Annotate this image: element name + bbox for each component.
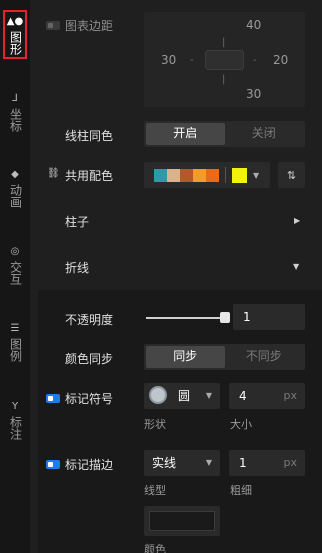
circle-shape-icon bbox=[149, 386, 167, 404]
sidebar-item-axis[interactable]: ⅃ 坐标 bbox=[3, 92, 27, 132]
interaction-icon: ◎ bbox=[10, 246, 20, 257]
palette-select[interactable]: ▼ bbox=[144, 162, 270, 188]
stroke-type-caption: 线型 bbox=[144, 484, 166, 497]
sidebar-item-interaction[interactable]: ◎ 交互 bbox=[3, 245, 27, 285]
marker-size-value: 4 bbox=[239, 389, 247, 403]
margin-left-dash: - bbox=[190, 55, 194, 66]
color-sync-toggle: 同步 不同步 bbox=[144, 344, 305, 370]
margin-bottom-dash: | bbox=[222, 74, 226, 85]
sidebar-item-label: 动画 bbox=[8, 184, 23, 208]
marker-stroke-checkbox[interactable] bbox=[46, 460, 60, 469]
chevron-down-icon[interactable]: ▼ bbox=[293, 262, 299, 271]
opacity-value: 1 bbox=[243, 310, 251, 324]
stroke-width-value: 1 bbox=[239, 456, 247, 470]
stroke-width-input[interactable]: 1 px bbox=[229, 450, 305, 476]
stroke-width-caption: 粗细 bbox=[230, 484, 252, 497]
bar-section-header[interactable]: 柱子 bbox=[65, 213, 89, 230]
legend-icon: ☰ bbox=[10, 323, 20, 334]
line-section-header[interactable]: 折线 bbox=[65, 259, 89, 276]
margin-top-dash: | bbox=[222, 37, 226, 48]
animation-icon: ◆ bbox=[11, 169, 19, 180]
sidebar-item-label: 标注 bbox=[8, 416, 23, 440]
stroke-type-select[interactable]: 实线 ▼ bbox=[144, 450, 220, 476]
chevron-down-icon: ▼ bbox=[253, 170, 260, 180]
palette-swatch bbox=[167, 168, 180, 182]
marker-symbol-label: 标记符号 bbox=[65, 392, 114, 406]
margin-left-value[interactable]: 30 bbox=[161, 53, 176, 67]
sidebar-item-annotation[interactable]: Y 标注 bbox=[3, 400, 27, 440]
chart-margin-checkbox[interactable] bbox=[46, 21, 60, 30]
side-nav: ▲● 图形 ⅃ 坐标 ◆ 动画 ◎ 交互 ☰ 图例 Y 标注 bbox=[0, 0, 30, 553]
chart-margin-label: 图表边距 bbox=[65, 19, 114, 33]
opacity-slider-handle[interactable] bbox=[220, 312, 230, 323]
link-icon: ⛓ bbox=[47, 168, 60, 179]
chevron-right-icon[interactable]: ▶ bbox=[294, 216, 300, 225]
stroke-color-picker[interactable] bbox=[144, 506, 220, 536]
margin-bottom-value[interactable]: 30 bbox=[246, 87, 261, 101]
marker-shape-caption: 形状 bbox=[144, 418, 166, 431]
stroke-color-swatch bbox=[149, 511, 215, 531]
opacity-label: 不透明度 bbox=[65, 313, 114, 327]
shapes-icon: ▲● bbox=[6, 16, 24, 27]
chevron-down-icon: ▼ bbox=[205, 458, 212, 467]
palette-divider bbox=[225, 167, 226, 183]
annotation-icon: Y bbox=[11, 401, 19, 412]
sidebar-item-label: 图例 bbox=[8, 338, 23, 362]
margin-top-value[interactable]: 40 bbox=[246, 18, 261, 32]
sidebar-item-shapes[interactable]: ▲● 图形 bbox=[3, 10, 27, 59]
margin-right-dash: - bbox=[253, 55, 257, 66]
sliders-icon: ⇅ bbox=[286, 168, 297, 182]
stroke-width-unit: px bbox=[283, 456, 298, 469]
color-sync-on-option[interactable]: 同步 bbox=[146, 346, 225, 368]
sidebar-item-label: 坐标 bbox=[8, 108, 23, 132]
opacity-input[interactable]: 1 bbox=[233, 304, 305, 330]
sidebar-item-legend[interactable]: ☰ 图例 bbox=[3, 322, 27, 362]
palette-swatch bbox=[206, 168, 219, 182]
palette-swatch bbox=[193, 168, 206, 182]
bar-color-toggle: 开启 关闭 bbox=[144, 121, 305, 147]
marker-stroke-label: 标记描边 bbox=[65, 458, 114, 472]
sidebar-item-label: 图形 bbox=[8, 31, 23, 55]
margin-right-value[interactable]: 20 bbox=[273, 53, 288, 67]
marker-size-unit: px bbox=[283, 389, 298, 402]
palette-accent-swatch bbox=[232, 167, 247, 183]
bar-color-label: 线柱同色 bbox=[65, 129, 114, 143]
marker-symbol-checkbox[interactable] bbox=[46, 394, 60, 403]
stroke-type-value: 实线 bbox=[152, 456, 177, 470]
bar-color-on-option[interactable]: 开启 bbox=[146, 123, 225, 145]
axis-icon: ⅃ bbox=[12, 93, 18, 104]
palette-swatch bbox=[180, 168, 193, 182]
color-sync-off-option[interactable]: 不同步 bbox=[225, 346, 304, 368]
marker-shape-value: 圆 bbox=[178, 389, 191, 403]
stroke-color-caption: 颜色 bbox=[144, 543, 166, 553]
sidebar-item-label: 交互 bbox=[8, 261, 23, 285]
bar-color-off-option[interactable]: 关闭 bbox=[225, 123, 304, 145]
palette-label: 共用配色 bbox=[65, 169, 114, 183]
marker-size-input[interactable]: 4 px bbox=[229, 383, 305, 409]
margin-center-box bbox=[205, 50, 244, 70]
opacity-slider-track[interactable] bbox=[146, 317, 226, 319]
palette-settings-button[interactable]: ⇅ bbox=[278, 162, 305, 188]
chevron-down-icon: ▼ bbox=[205, 391, 212, 400]
palette-swatch bbox=[154, 168, 167, 182]
marker-size-caption: 大小 bbox=[230, 418, 252, 431]
color-sync-label: 颜色同步 bbox=[65, 352, 114, 366]
sidebar-item-animation[interactable]: ◆ 动画 bbox=[3, 168, 27, 208]
